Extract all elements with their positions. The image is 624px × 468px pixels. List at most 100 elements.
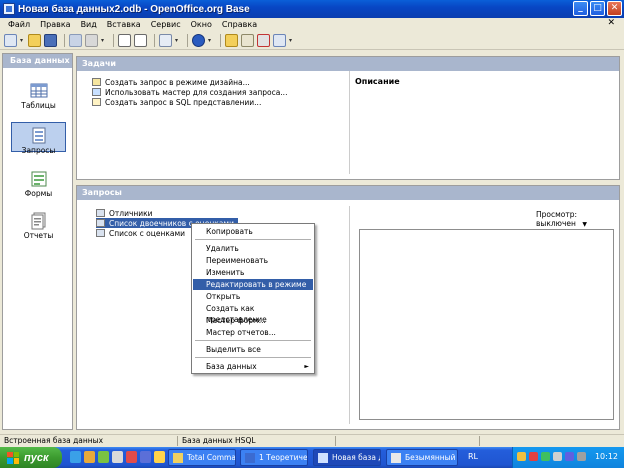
sidebar-item-label: Запросы: [21, 146, 56, 155]
menu-item-database[interactable]: База данных ►: [193, 361, 313, 372]
taskbar-button-total-commander[interactable]: Total Comma...: [168, 449, 236, 466]
edit-object-icon[interactable]: [241, 33, 254, 47]
query-icon: [96, 219, 105, 227]
menu-item-copy[interactable]: Копировать: [193, 226, 313, 237]
queries-divider: [349, 206, 350, 424]
maximize-button[interactable]: □: [590, 1, 605, 16]
task-create-sql-view[interactable]: Создать запрос в SQL представлении...: [92, 97, 287, 107]
menu-item-create-view[interactable]: Создать как представление: [193, 303, 313, 324]
sidebar-item-label: Формы: [24, 189, 53, 198]
menu-separator: [195, 357, 311, 358]
save-icon[interactable]: [44, 33, 57, 47]
sort-descending-icon[interactable]: [134, 33, 147, 47]
sql-view-icon: [92, 98, 101, 106]
query-icon: [96, 229, 105, 237]
new-document-icon[interactable]: [4, 33, 17, 47]
menu-insert[interactable]: Вставка: [102, 20, 146, 29]
task-use-wizard[interactable]: Использовать мастер для создания запроса…: [92, 87, 287, 97]
taskbar-button-base[interactable]: Новая база д...: [313, 449, 381, 466]
description-title: Описание: [355, 77, 400, 86]
menu-item-edit[interactable]: Изменить: [193, 267, 313, 278]
open-object-icon[interactable]: [225, 33, 238, 47]
tray-icon[interactable]: [541, 452, 550, 461]
menu-item-select-all[interactable]: Выделить все: [193, 344, 313, 355]
task-create-design-view[interactable]: Создать запрос в режиме дизайна...: [92, 77, 287, 87]
tasks-header: Задачи: [77, 57, 619, 71]
query-icon: [96, 209, 105, 217]
status-database-type: Встроенная база данных: [0, 436, 178, 446]
sidebar-item-reports[interactable]: Отчеты: [11, 208, 66, 240]
copy-icon[interactable]: [69, 33, 82, 47]
form-view-icon[interactable]: [159, 33, 172, 47]
total-commander-icon: [173, 452, 183, 463]
menu-item-edit-sql[interactable]: Редактировать в режиме SQL...: [193, 279, 313, 300]
close-document-icon[interactable]: ✕: [602, 18, 620, 28]
list-item[interactable]: Отличники: [96, 208, 238, 218]
toolbar-separator: [113, 33, 114, 47]
windows-logo-icon: [7, 451, 19, 464]
new-dropdown-icon[interactable]: ▾: [20, 37, 25, 44]
context-menu: Копировать Удалить Переименовать Изменит…: [191, 223, 315, 374]
quicklaunch-firefox-icon[interactable]: [84, 451, 95, 463]
window-title: Новая база данных2.odb - OpenOffice.org …: [18, 3, 250, 15]
start-button[interactable]: пуск: [0, 447, 62, 468]
objects-dropdown-icon[interactable]: ▾: [289, 37, 294, 44]
menu-item-rename[interactable]: Переименовать: [193, 255, 313, 266]
rename-object-icon[interactable]: [273, 33, 286, 47]
form-view-dropdown-icon[interactable]: ▾: [175, 37, 180, 44]
delete-object-icon[interactable]: [257, 33, 270, 47]
menu-tools[interactable]: Сервис: [146, 20, 186, 29]
tasks-panel: Задачи Создать запрос в режиме дизайна..…: [76, 56, 620, 180]
volume-icon[interactable]: [577, 452, 586, 461]
preview-dropdown[interactable]: Просмотр: выключен ▼: [536, 210, 619, 228]
toolbar: ▾ ▾ ▾ ▾ ▾: [0, 31, 624, 50]
menu-item-form-wizard[interactable]: Мастер форм...: [193, 315, 313, 326]
sort-ascending-icon[interactable]: [118, 33, 131, 47]
paste-dropdown-icon[interactable]: ▾: [101, 37, 106, 44]
sidebar-item-forms[interactable]: Формы: [11, 166, 66, 198]
word-doc-icon: [245, 452, 255, 463]
menu-item-report-wizard[interactable]: Мастер отчетов...: [193, 327, 313, 338]
tray-icon[interactable]: [529, 452, 538, 461]
toolbar-separator: [220, 33, 221, 47]
menu-item-open[interactable]: Открыть: [193, 291, 313, 302]
sidebar-item-queries[interactable]: Запросы: [11, 122, 66, 155]
query-icon: [30, 127, 48, 145]
status-bar: Встроенная база данных База данных HSQL: [0, 434, 624, 446]
quicklaunch-app-icon[interactable]: [112, 451, 123, 463]
taskbar-button-untitled[interactable]: Безымянный ...: [386, 449, 458, 466]
clock[interactable]: 10:12: [595, 452, 618, 461]
taskbar-button-word-doc[interactable]: 1 Теоретиче...: [240, 449, 308, 466]
tray-icon[interactable]: [517, 452, 526, 461]
sidebar-item-tables[interactable]: Таблицы: [11, 78, 66, 110]
menu-help[interactable]: Справка: [217, 20, 262, 29]
toolbar-separator: [154, 33, 155, 47]
tray-icon[interactable]: [553, 452, 562, 461]
base-doc-icon: [318, 452, 328, 463]
menu-view[interactable]: Вид: [76, 20, 102, 29]
help-icon[interactable]: [192, 33, 205, 47]
close-button[interactable]: ✕: [607, 1, 622, 16]
language-indicator[interactable]: RL: [468, 452, 478, 461]
quicklaunch-app-icon[interactable]: [140, 451, 151, 463]
menu-file[interactable]: Файл: [3, 20, 35, 29]
form-icon: [30, 170, 48, 188]
menu-window[interactable]: Окно: [186, 20, 217, 29]
tray-icon[interactable]: [565, 452, 574, 461]
status-database-engine: База данных HSQL: [178, 436, 336, 446]
quicklaunch-app-icon[interactable]: [98, 451, 109, 463]
quicklaunch-app-icon[interactable]: [126, 451, 137, 463]
paste-icon[interactable]: [85, 33, 98, 47]
menu-separator: [195, 340, 311, 341]
menu-edit[interactable]: Правка: [35, 20, 75, 29]
chevron-down-icon: ▼: [582, 221, 587, 228]
quicklaunch-ie-icon[interactable]: [70, 451, 81, 463]
sidebar-item-label: Отчеты: [23, 231, 54, 240]
help-dropdown-icon[interactable]: ▾: [208, 37, 213, 44]
wizard-icon: [92, 88, 101, 96]
open-folder-icon[interactable]: [28, 33, 41, 47]
queries-header: Запросы: [77, 186, 619, 200]
quicklaunch-app-icon[interactable]: [154, 451, 165, 463]
minimize-button[interactable]: _: [573, 1, 588, 16]
menu-item-delete[interactable]: Удалить: [193, 243, 313, 254]
